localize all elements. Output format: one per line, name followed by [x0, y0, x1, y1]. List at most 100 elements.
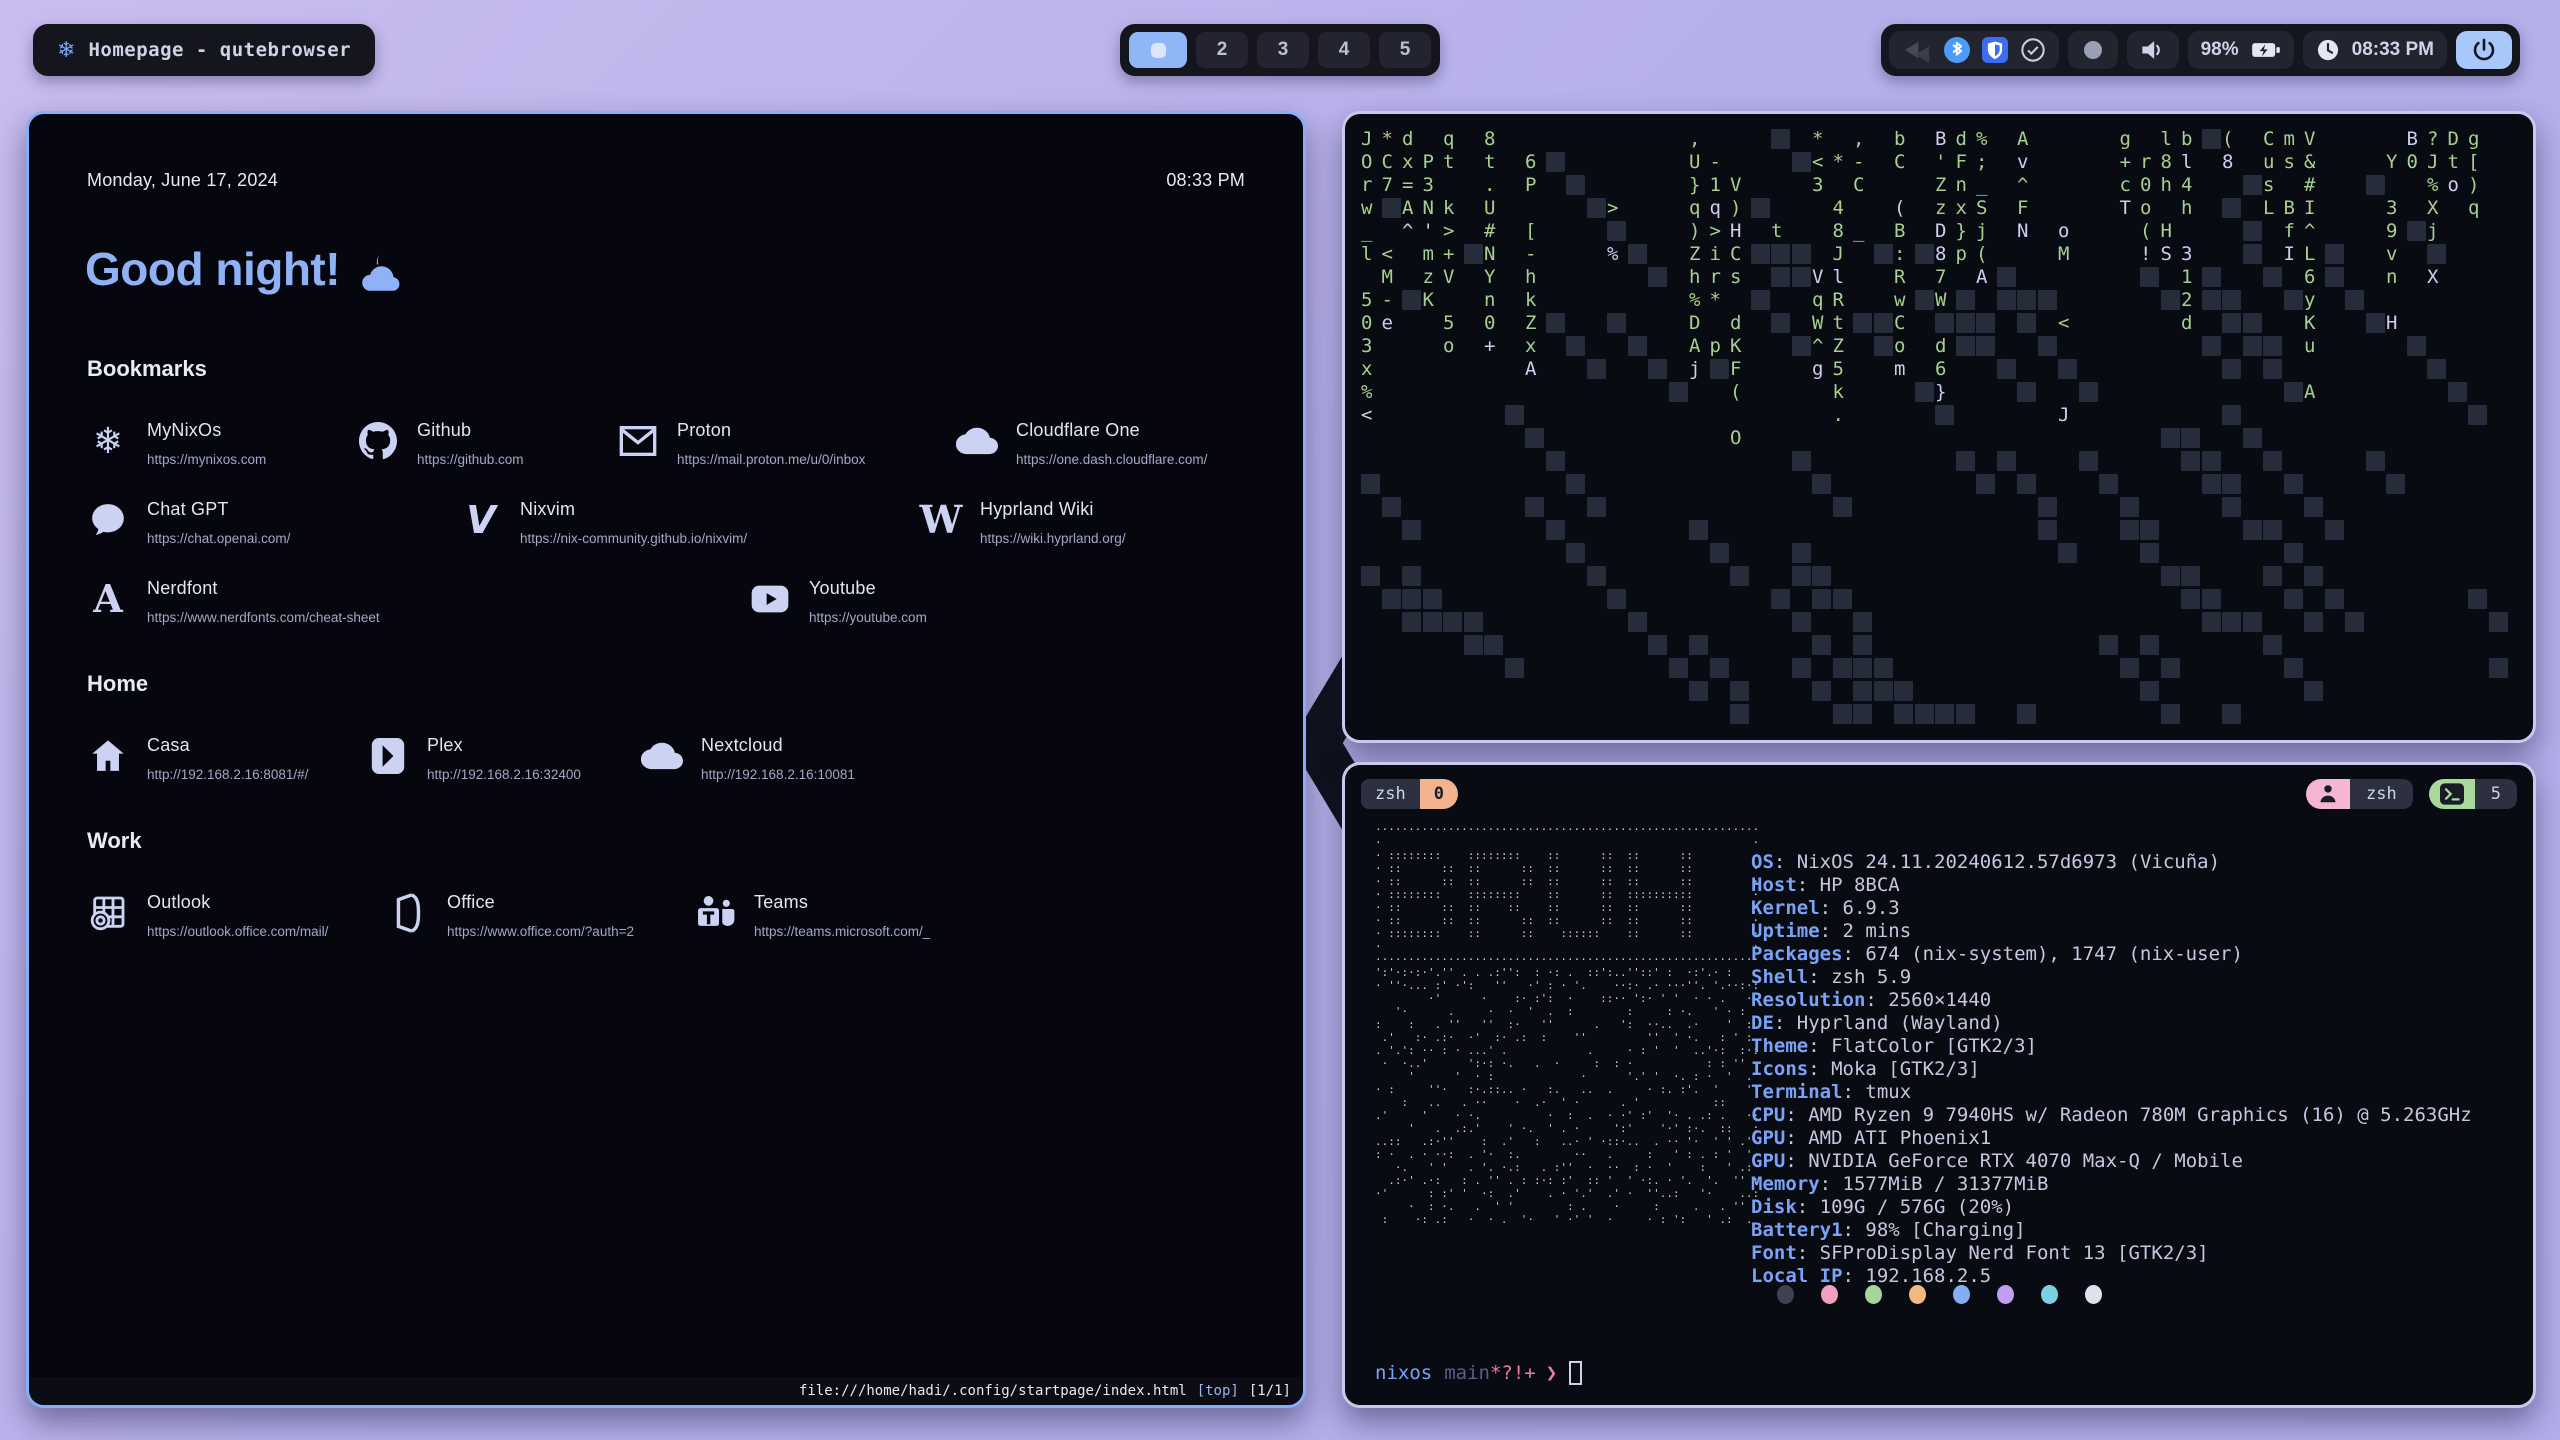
bookmark-item-github[interactable]: Githubhttps://github.com — [357, 420, 617, 467]
bookmark-item-nixvim[interactable]: V Nixvim https://nix-community.github.io/n… — [460, 499, 920, 546]
workspace-button-4[interactable]: 4 — [1318, 32, 1370, 68]
mail-icon — [617, 420, 659, 462]
bookmark-item-chat-gpt[interactable]: Chat GPThttps://chat.openai.com/ — [87, 499, 460, 546]
share-icon[interactable] — [1902, 37, 1932, 63]
section-title: Bookmarks — [87, 356, 1245, 382]
bluetooth-icon[interactable] — [1944, 37, 1970, 63]
fetch-info-line: Memory: 1577MiB / 31377MiB — [1751, 1173, 2472, 1196]
letter-w-icon: W — [920, 499, 962, 541]
fetch-info-line: CPU: AMD Ryzen 9 7940HS w/ Radeon 780M G… — [1751, 1104, 2472, 1127]
bookmark-name: Github — [417, 420, 524, 441]
prompt-host: nixos — [1375, 1362, 1432, 1384]
bookmark-item-proton[interactable]: Protonhttps://mail.proton.me/u/0/inbox — [617, 420, 956, 467]
idle-indicator-module[interactable] — [2068, 31, 2118, 69]
bookmark-url: http://192.168.2.16:32400 — [427, 767, 581, 782]
tmux-session-pill[interactable]: zsh 0 — [1361, 779, 1458, 809]
teams-icon — [694, 892, 736, 934]
volume-module[interactable] — [2127, 31, 2179, 69]
bookmark-row: Chat GPThttps://chat.openai.com/V Nixvim h… — [87, 499, 1245, 546]
bitwarden-icon[interactable] — [1982, 37, 2008, 63]
bookmark-name: Casa — [147, 735, 308, 756]
bookmark-name: Proton — [677, 420, 865, 441]
workspace-button-1[interactable] — [1129, 32, 1187, 68]
office-icon — [387, 892, 429, 934]
workspace-switcher: 2345 — [1120, 24, 1440, 76]
fetch-info-line: Kernel: 6.9.3 — [1751, 897, 2472, 920]
bookmark-item-nextcloud[interactable]: Nextcloudhttp://192.168.2.16:10081 — [641, 735, 855, 782]
clock-module[interactable]: 08:33 PM — [2303, 31, 2447, 69]
tmux-shell-label: zsh — [2350, 779, 2413, 809]
palette-dot — [1865, 1285, 1882, 1304]
check-circle-icon[interactable] — [2020, 37, 2046, 63]
clock-time: 08:33 PM — [2352, 39, 2434, 61]
bookmark-item-mynixos[interactable]: ❄MyNixOshttps://mynixos.com — [87, 420, 357, 467]
palette-dot — [1997, 1285, 2014, 1304]
bookmark-name: Nixvim — [520, 499, 747, 520]
fetch-info-line: Resolution: 2560×1440 — [1751, 989, 2472, 1012]
bookmark-name: MyNixOs — [147, 420, 266, 441]
plex-icon — [367, 735, 409, 777]
bookmark-row: Casahttp://192.168.2.16:8081/#/Plexhttp:… — [87, 735, 1245, 782]
shell-prompt[interactable]: nixos main *?!+ ❯ — [1375, 1361, 1582, 1385]
fetch-terminal-window[interactable]: zsh 0 zsh 5 ····························… — [1342, 762, 2536, 1408]
bookmark-item-casa[interactable]: Casahttp://192.168.2.16:8081/#/ — [87, 735, 367, 782]
section-title: Work — [87, 828, 1245, 854]
prompt-git-flags: *?!+ — [1490, 1362, 1536, 1384]
bookmark-item-hyprland-wiki[interactable]: WHyprland Wikihttps://wiki.hyprland.org/ — [920, 499, 1126, 546]
outlook-icon — [87, 892, 129, 934]
cmatrix-terminal-window[interactable]: J*dq8,*,bBd%Aglb(CmVB?DgOCxPtt6U-<*-C'F;… — [1342, 111, 2536, 743]
workspace-button-5[interactable]: 5 — [1379, 32, 1431, 68]
qutebrowser-window: Monday, June 17, 2024 08:33 PM Good nigh… — [26, 111, 1306, 1408]
statusbar-scroll-position: [top] — [1197, 1383, 1239, 1399]
startpage-sections: Bookmarks❄MyNixOshttps://mynixos.comGith… — [87, 356, 1245, 985]
workspace-button-2[interactable]: 2 — [1196, 32, 1248, 68]
palette-dot — [2085, 1285, 2102, 1304]
bookmark-name: Office — [447, 892, 634, 913]
terminal-icon — [2429, 779, 2475, 809]
palette-dot — [2041, 1285, 2058, 1304]
bookmark-item-teams[interactable]: Teamshttps://teams.microsoft.com/_ — [694, 892, 930, 939]
bookmark-item-nerdfont[interactable]: ANerdfonthttps://www.nerdfonts.com/cheat… — [87, 578, 749, 625]
section-bookmarks: Bookmarks❄MyNixOshttps://mynixos.comGith… — [87, 356, 1245, 625]
bookmark-item-office[interactable]: Office https://www.office.com/?auth=2 — [387, 892, 694, 939]
tray-icons-module — [1889, 31, 2059, 69]
battery-icon — [2251, 38, 2281, 62]
battery-module[interactable]: 98% — [2188, 31, 2294, 69]
bookmark-name: Youtube — [809, 578, 927, 599]
fetch-info-line: Uptime: 2 mins — [1751, 920, 2472, 943]
moon-cloud-icon — [354, 252, 406, 294]
bookmark-name: Chat GPT — [147, 499, 290, 520]
bookmark-name: Cloudflare One — [1016, 420, 1207, 441]
power-button[interactable] — [2456, 31, 2512, 69]
house-icon — [87, 735, 129, 777]
workspace-button-3[interactable]: 3 — [1257, 32, 1309, 68]
topbar-window-title: ❄ Homepage - qutebrowser — [33, 24, 375, 76]
clock-icon — [2316, 38, 2340, 62]
statusbar-url: file:///home/hadi/.config/startpage/inde… — [799, 1383, 1187, 1399]
bookmark-item-youtube[interactable]: Youtubehttps://youtube.com — [749, 578, 927, 625]
bookmark-url: https://nix-community.github.io/nixvim/ — [520, 531, 747, 546]
bookmark-row: ANerdfonthttps://www.nerdfonts.com/cheat… — [87, 578, 1245, 625]
window-title-text: Homepage - qutebrowser — [88, 39, 351, 61]
bookmark-item-cloudflare-one[interactable]: Cloudflare Onehttps://one.dash.cloudflar… — [956, 420, 1207, 467]
letter-v-icon: V — [460, 499, 502, 541]
bookmark-url: https://www.office.com/?auth=2 — [447, 924, 634, 939]
cloud-icon — [641, 735, 683, 777]
tmux-window-index: 0 — [1420, 779, 1458, 809]
fetch-info-line: Theme: FlatColor [GTK2/3] — [1751, 1035, 2472, 1058]
fetch-info-line: Host: HP 8BCA — [1751, 874, 2472, 897]
fetch-info-line: Disk: 109G / 576G (20%) — [1751, 1196, 2472, 1219]
fetch-info-line: GPU: AMD ATI Phoenix1 — [1751, 1127, 2472, 1150]
tmux-statusbar: zsh 0 zsh 5 — [1361, 778, 2517, 810]
chat-icon — [87, 499, 129, 541]
fetch-info-line: Shell: zsh 5.9 — [1751, 966, 2472, 989]
tmux-window-count: 5 — [2475, 779, 2517, 809]
terminal-cursor[interactable] — [1569, 1361, 1582, 1385]
tmux-user-pill: zsh — [2306, 779, 2413, 809]
system-tray: 98% 08:33 PM — [1881, 24, 2520, 76]
bookmark-item-plex[interactable]: Plexhttp://192.168.2.16:32400 — [367, 735, 641, 782]
bookmark-item-outlook[interactable]: Outlookhttps://outlook.office.com/mail/ — [87, 892, 387, 939]
fetch-info-line: Packages: 674 (nix-system), 1747 (nix-us… — [1751, 943, 2472, 966]
power-icon — [2471, 37, 2497, 63]
section-title: Home — [87, 671, 1245, 697]
